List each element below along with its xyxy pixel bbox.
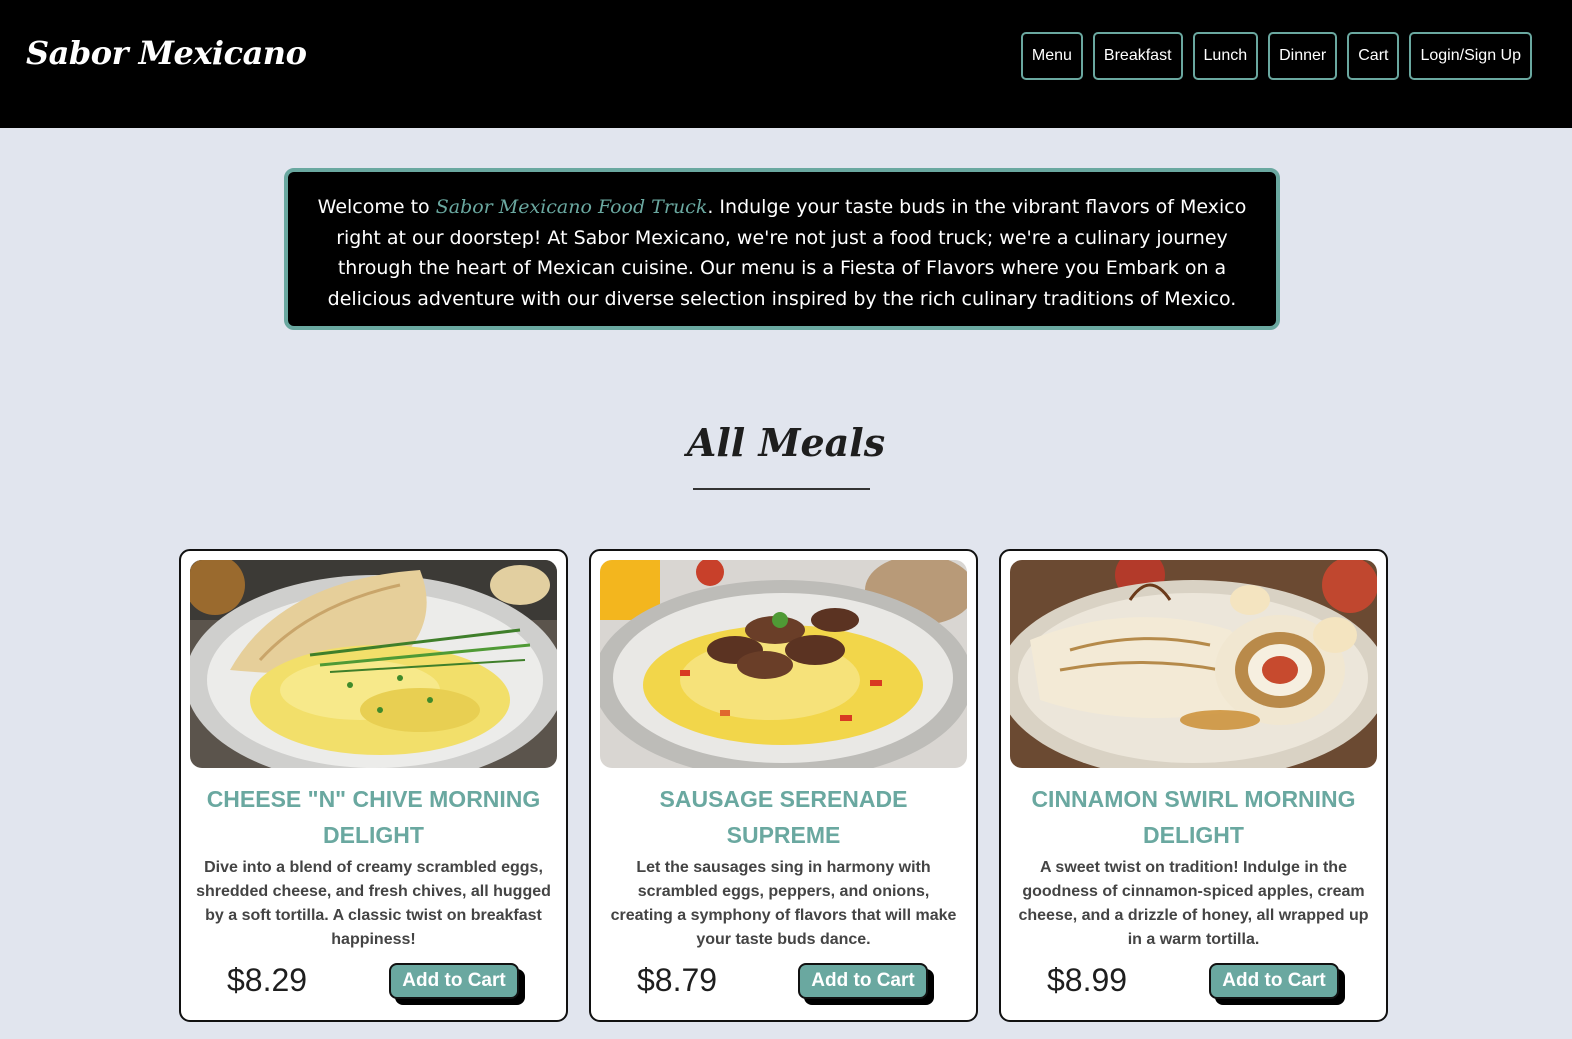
welcome-banner: Welcome to Sabor Mexicano Food Truck. In… [284,168,1280,330]
meal-price: $8.79 [637,962,718,998]
nav-dinner-button[interactable]: Dinner [1268,32,1338,80]
nav-menu-button[interactable]: Menu [1020,32,1083,80]
add-to-cart-button[interactable]: Add to Cart [389,963,519,999]
meal-title: CINNAMON SWIRL MORNING DELIGHT [1031,786,1356,848]
section-divider [693,488,870,490]
nav-cart-button[interactable]: Cart [1347,32,1400,80]
meal-title: SAUSAGE SERENADE SUPREME [659,786,908,848]
meal-cards: CHEESE "N" CHIVE MORNING DELIGHT Dive in… [179,549,1388,1022]
section-title: All Meals [686,420,886,465]
meal-description: Dive into a blend of creamy scrambled eg… [196,859,551,948]
add-to-cart-button[interactable]: Add to Cart [798,963,928,999]
header: Sabor Mexicano Menu Breakfast Lunch Dinn… [0,0,1572,128]
brand-logo[interactable]: Sabor Mexicano [26,34,307,72]
scrambled-eggs-photo [190,560,557,768]
meal-card: SAUSAGE SERENADE SUPREME Let the sausage… [589,549,978,1022]
meal-price: $8.99 [1047,962,1128,998]
meal-description: A sweet twist on tradition! Indulge in t… [1018,859,1369,948]
meal-card: CHEESE "N" CHIVE MORNING DELIGHT Dive in… [179,549,568,1022]
meal-image [600,560,967,768]
meal-description: Let the sausages sing in harmony with sc… [610,859,957,948]
nav-login-button[interactable]: Login/Sign Up [1409,32,1532,80]
cinnamon-wrap-photo [1010,560,1377,768]
sausage-eggs-photo [600,560,967,768]
meal-title: CHEESE "N" CHIVE MORNING DELIGHT [206,786,541,848]
meal-image [190,560,557,768]
main-nav: Menu Breakfast Lunch Dinner Cart Login/S… [1020,32,1532,80]
nav-breakfast-button[interactable]: Breakfast [1092,32,1183,80]
meal-image [1010,560,1377,768]
nav-lunch-button[interactable]: Lunch [1192,32,1259,80]
meal-card: CINNAMON SWIRL MORNING DELIGHT A sweet t… [999,549,1388,1022]
welcome-prefix: Welcome to [317,196,436,218]
add-to-cart-button[interactable]: Add to Cart [1209,963,1339,999]
meal-price: $8.29 [227,962,308,998]
welcome-highlight: Sabor Mexicano Food Truck [435,196,708,218]
